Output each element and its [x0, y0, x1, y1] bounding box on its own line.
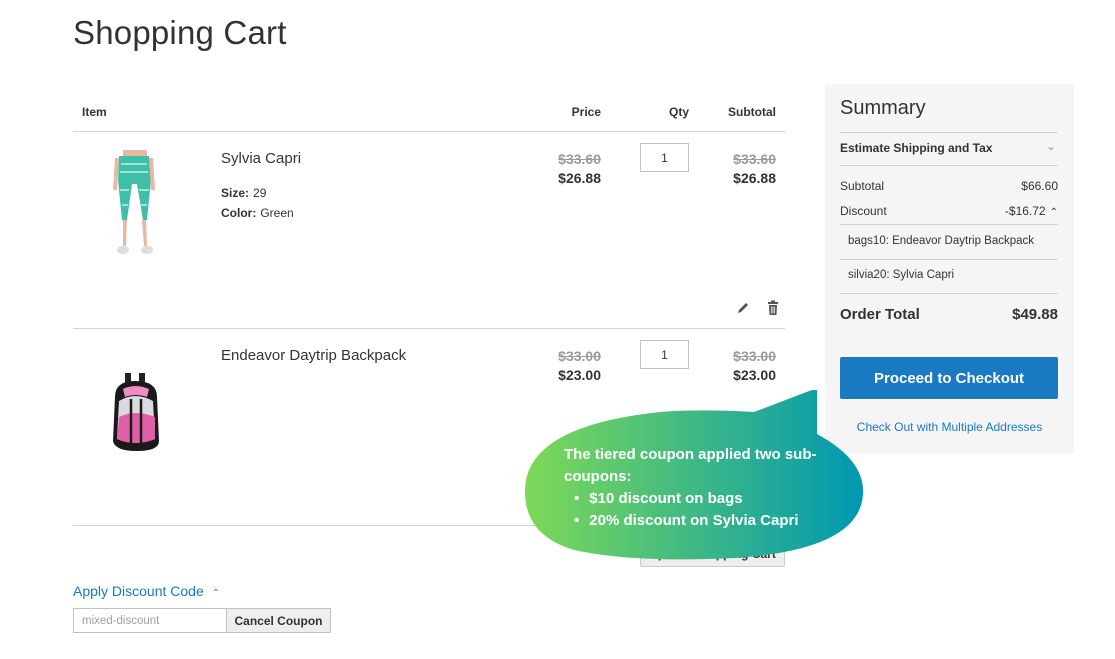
discount-breakdown-item: silvia20: Sylvia Capri: [848, 269, 955, 281]
summary-discount[interactable]: Discount -$16.72 ⌃: [840, 204, 1058, 218]
estimate-shipping-toggle[interactable]: Estimate Shipping and Tax ⌄: [840, 139, 1058, 155]
header-qty: Qty: [668, 105, 689, 119]
edit-icon[interactable]: [735, 300, 751, 316]
product-name[interactable]: Sylvia Capri: [221, 150, 301, 167]
option-label: Color:: [221, 206, 257, 220]
order-total-value: $49.88: [1012, 306, 1058, 323]
trash-icon[interactable]: [765, 300, 781, 316]
chevron-down-icon: ⌄: [1045, 139, 1056, 153]
summary-subtotal: Subtotal $66.60: [840, 179, 1058, 193]
option-label: Size:: [221, 186, 250, 200]
discount-label: Discount: [840, 204, 887, 218]
proceed-to-checkout-button[interactable]: Proceed to Checkout: [840, 357, 1058, 399]
product-image-capri[interactable]: [101, 150, 167, 260]
chevron-up-icon: ⌃: [211, 588, 221, 599]
price-discounted: $26.88: [558, 170, 601, 186]
divider: [840, 224, 1058, 225]
discount-breakdown-item: bags10: Endeavor Daytrip Backpack: [848, 235, 1035, 247]
divider: [840, 165, 1058, 166]
option-value: 29: [253, 186, 267, 200]
price-discounted: $23.00: [558, 367, 601, 383]
option-value: Green: [260, 206, 294, 220]
callout-bullet: 20% discount on Sylvia Capri: [574, 510, 854, 532]
summary-title: Summary: [840, 97, 926, 119]
divider: [840, 259, 1058, 260]
item-price: $33.00 $23.00: [558, 347, 601, 385]
price-original: $33.60: [558, 151, 601, 167]
apply-discount-label: Apply Discount Code: [73, 583, 204, 599]
cart-table-header: Item Price Qty Subtotal: [73, 96, 785, 132]
product-name[interactable]: Endeavor Daytrip Backpack: [221, 347, 406, 364]
chevron-up-icon: ⌃: [1049, 207, 1058, 218]
option-size: Size: 29: [221, 186, 266, 200]
item-actions: [735, 300, 781, 316]
qty-input[interactable]: [640, 340, 689, 369]
subtotal-original: $33.60: [733, 151, 776, 167]
subtotal-value: $66.60: [1021, 179, 1058, 193]
header-item: Item: [82, 105, 107, 119]
cancel-coupon-button[interactable]: Cancel Coupon: [226, 608, 331, 633]
callout-text: The tiered coupon applied two sub-coupon…: [564, 444, 854, 532]
order-total-label: Order Total: [840, 306, 920, 323]
apply-discount-toggle[interactable]: Apply Discount Code ⌃: [73, 583, 220, 599]
subtotal-original: $33.00: [733, 348, 776, 364]
callout-list: $10 discount on bags 20% discount on Syl…: [574, 488, 854, 532]
discount-value: -$16.72: [1004, 204, 1046, 218]
subtotal-discounted: $26.88: [733, 170, 776, 186]
price-original: $33.00: [558, 348, 601, 364]
cart-item-row: Sylvia Capri Size: 29 Color: Green $33.60 …: [73, 132, 785, 329]
qty-input[interactable]: [640, 143, 689, 172]
header-price: Price: [571, 105, 601, 119]
estimate-shipping-label: Estimate Shipping and Tax: [840, 141, 993, 155]
page-title: Shopping Cart: [73, 14, 287, 51]
header-subtotal: Subtotal: [728, 105, 776, 119]
order-total: Order Total $49.88: [840, 306, 1058, 323]
item-price: $33.60 $26.88: [558, 150, 601, 188]
discount-code-input[interactable]: [73, 608, 226, 633]
product-image-backpack[interactable]: [101, 369, 167, 455]
divider: [840, 293, 1058, 294]
callout-bullet: $10 discount on bags: [574, 488, 854, 510]
callout-heading: The tiered coupon applied two sub-coupon…: [564, 446, 817, 485]
item-subtotal: $33.60 $26.88: [733, 150, 776, 188]
option-color: Color: Green: [221, 206, 294, 220]
subtotal-discounted: $23.00: [733, 367, 776, 383]
item-subtotal: $33.00 $23.00: [733, 347, 776, 385]
divider: [840, 132, 1058, 133]
subtotal-label: Subtotal: [840, 179, 885, 193]
